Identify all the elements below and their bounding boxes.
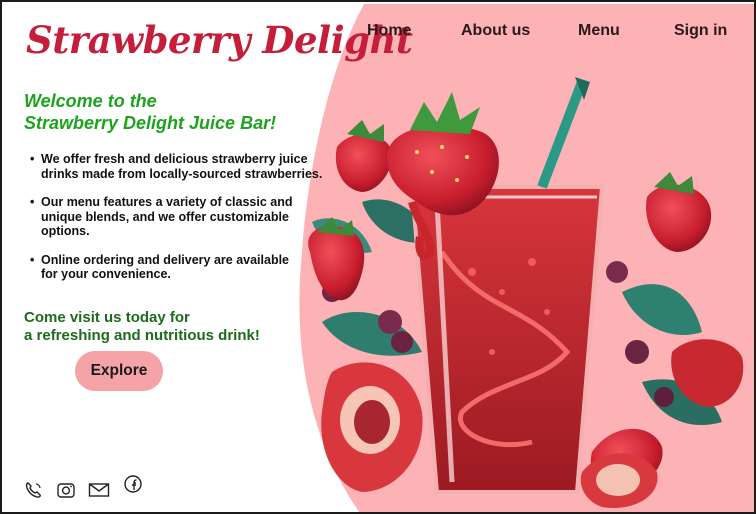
cta-line-2: a refreshing and nutritious drink!	[24, 327, 260, 344]
feature-item: Our menu features a variety of classic a…	[30, 195, 330, 239]
main-nav: Home About us Menu Sign in	[2, 22, 754, 46]
nav-home-link[interactable]: Home	[367, 22, 411, 40]
welcome-line-1: Welcome to the	[24, 91, 157, 111]
cta-line-1: Come visit us today for	[24, 309, 190, 326]
feature-text: Our menu features a variety of classic a…	[41, 195, 293, 209]
facebook-icon[interactable]	[123, 474, 143, 499]
nav-about-link[interactable]: About us	[461, 22, 530, 40]
feature-text: drinks made from locally-sourced strawbe…	[41, 166, 323, 181]
features-list: We offer fresh and delicious strawberry …	[30, 152, 330, 296]
cta-text: Come visit us today for a refreshing and…	[24, 309, 324, 345]
nav-menu-link[interactable]: Menu	[578, 22, 620, 40]
feature-text: options.	[41, 224, 90, 238]
phone-icon[interactable]	[24, 480, 44, 505]
landing-page: Strawberry Delight Home About us Menu Si…	[0, 0, 756, 514]
feature-item: Online ordering and delivery are availab…	[30, 253, 330, 282]
welcome-heading: Welcome to the Strawberry Delight Juice …	[24, 90, 324, 134]
welcome-line-2: Strawberry Delight Juice Bar!	[24, 113, 277, 133]
feature-item: We offer fresh and delicious strawberry …	[30, 152, 330, 181]
nav-signin-link[interactable]: Sign in	[674, 22, 727, 40]
instagram-icon[interactable]	[56, 480, 76, 505]
feature-text: unique blends, and we offer customizable	[41, 209, 289, 224]
feature-text: We offer fresh and delicious strawberry …	[41, 152, 308, 166]
explore-button[interactable]: Explore	[75, 351, 163, 391]
mail-icon[interactable]	[88, 480, 110, 505]
strawberry-juice-illustration	[308, 77, 744, 508]
feature-text: Online ordering and delivery are availab…	[41, 252, 290, 267]
feature-text: for your convenience.	[41, 267, 171, 281]
